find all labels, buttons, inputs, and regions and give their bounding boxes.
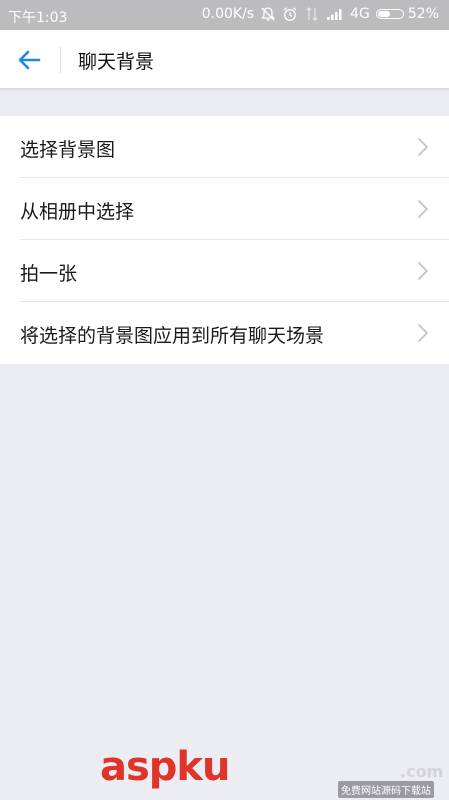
settings-menu: 选择背景图 从相册中选择 拍一张 将选择的背景图应用到所有聊天场景 [0,116,449,364]
battery-indicator: 52% [375,6,439,22]
battery-icon [375,9,404,19]
title-divider [60,47,61,73]
title-bar: 聊天背景 [0,30,449,88]
arrow-left-icon [18,50,41,70]
chevron-right-icon [418,138,428,156]
page-title: 聊天背景 [78,51,155,73]
menu-item-label: 将选择的背景图应用到所有聊天场景 [20,325,325,347]
alarm-icon [282,6,298,22]
status-bar: 下午1:03 0.00K/s 4G 52% [0,0,449,30]
network-type: 4G [350,6,370,22]
status-time: 下午1:03 [8,10,68,26]
header-shadow [0,88,449,92]
watermark-tld: .com [400,762,444,781]
menu-item-apply-all-chats[interactable]: 将选择的背景图应用到所有聊天场景 [0,302,449,364]
watermark-brand: aspku [100,744,231,790]
chevron-right-icon [418,262,428,280]
battery-percent: 52% [407,6,439,22]
signal-icon [326,6,344,22]
bell-off-icon [260,6,276,22]
chevron-right-icon [418,324,428,342]
back-button[interactable] [14,45,46,75]
watermark-subtitle: 免费网站源码下载站 [338,781,434,798]
menu-item-take-photo[interactable]: 拍一张 [0,240,449,302]
battery-fill [377,11,390,17]
data-arrows-icon [304,6,320,22]
chevron-right-icon [418,200,428,218]
menu-item-label: 拍一张 [20,263,78,285]
menu-item-choose-background[interactable]: 选择背景图 [0,116,449,178]
menu-item-label: 从相册中选择 [20,201,135,223]
menu-item-label: 选择背景图 [20,139,116,161]
status-indicators: 0.00K/s 4G 52% [202,6,439,22]
network-speed: 0.00K/s [201,6,255,22]
menu-item-from-album[interactable]: 从相册中选择 [0,178,449,240]
